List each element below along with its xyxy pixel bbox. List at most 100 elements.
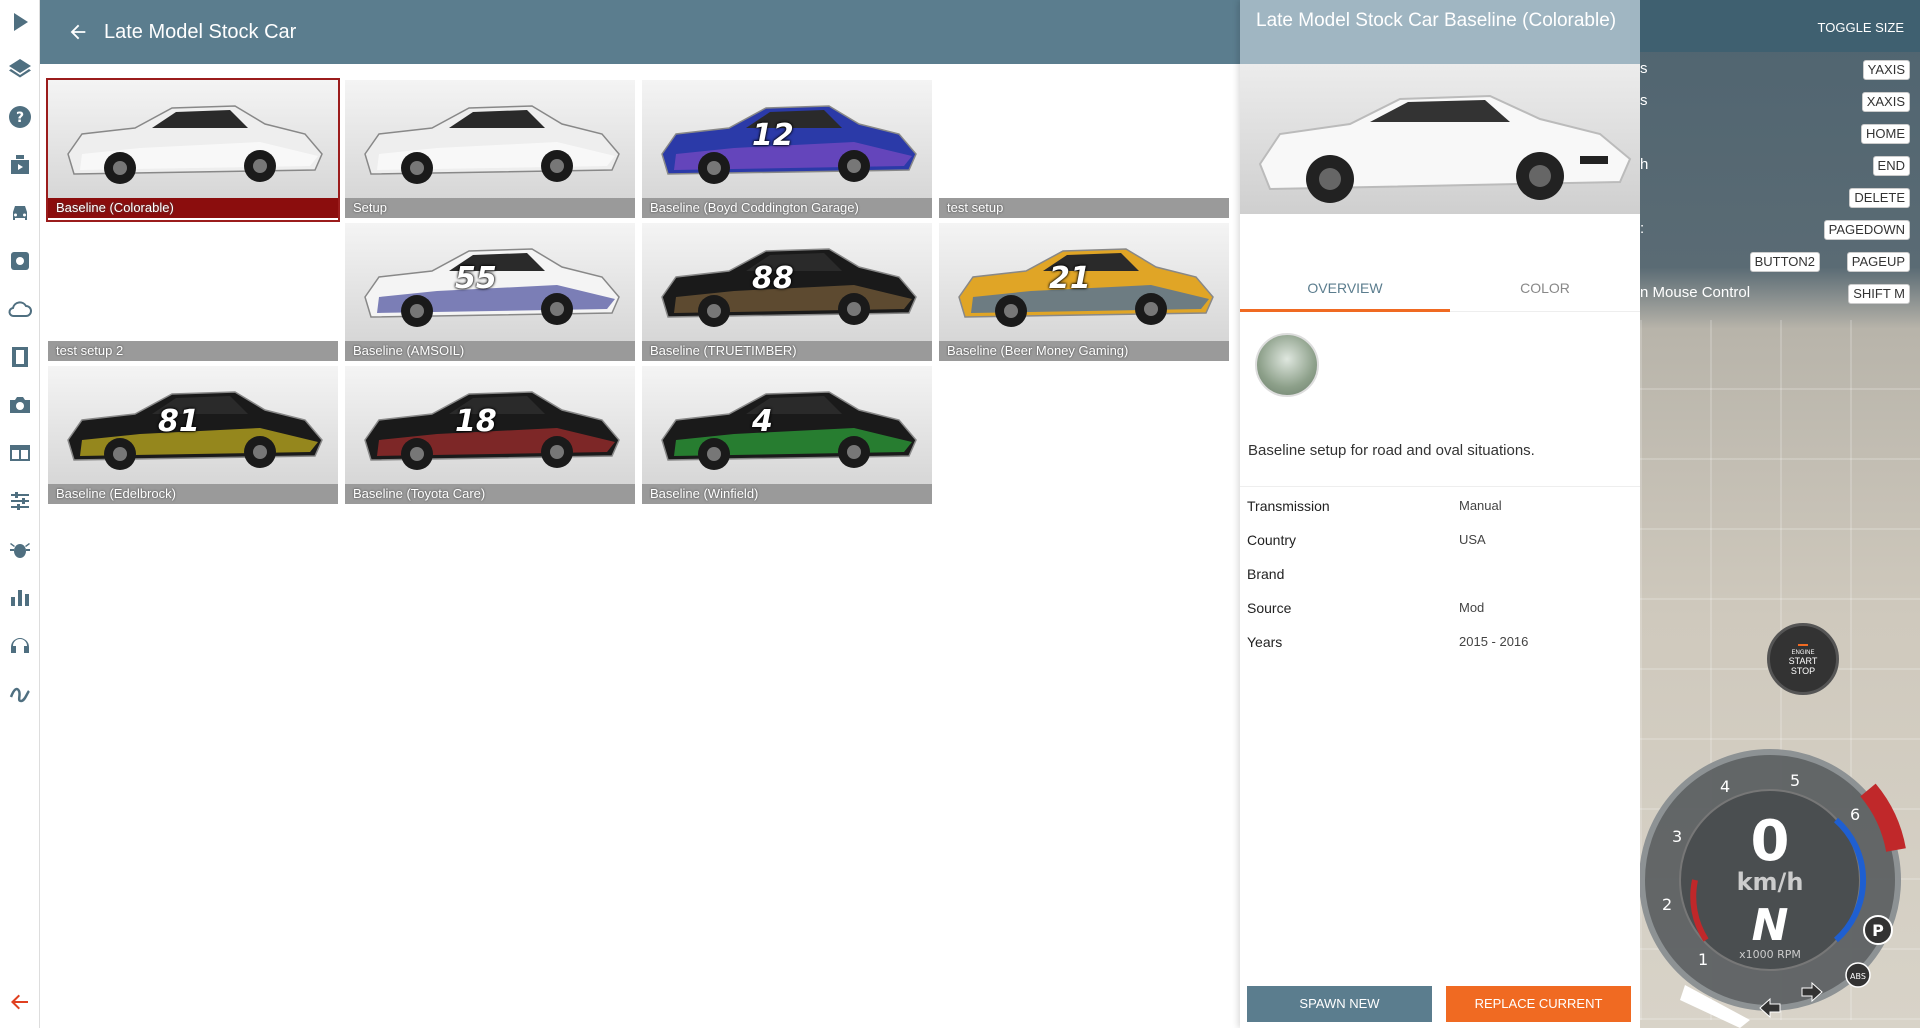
config-label: Baseline (Edelbrock) (48, 484, 338, 504)
config-label: test setup 2 (48, 341, 338, 361)
back-button[interactable] (58, 12, 98, 52)
car-number: 4 (752, 404, 773, 439)
speed-readout: 0 (1751, 809, 1790, 874)
config-tile[interactable]: 88 Baseline (TRUETIMBER) (642, 223, 932, 363)
hint-label: s (1640, 92, 1648, 109)
page-title: Late Model Stock Car (104, 20, 297, 43)
config-label: test setup (939, 198, 1229, 218)
config-tile[interactable]: Baseline (Colorable) (46, 78, 340, 222)
squiggle-icon[interactable] (6, 679, 34, 707)
config-tile[interactable]: test setup (939, 80, 1229, 220)
key-chip: HOME (1861, 124, 1910, 144)
config-tile[interactable]: Setup (345, 80, 635, 220)
description-text: Baseline setup for road and oval situati… (1248, 442, 1535, 459)
config-label: Baseline (TRUETIMBER) (642, 341, 932, 361)
config-thumbnail: 88 (642, 223, 932, 343)
config-tile[interactable]: 4 Baseline (Winfield) (642, 366, 932, 506)
config-tile[interactable]: 55 Baseline (AMSOIL) (345, 223, 635, 363)
config-thumbnail: 55 (345, 223, 635, 343)
property-value: Mod (1459, 600, 1485, 615)
car-icon[interactable] (6, 199, 34, 227)
config-thumbnail (939, 80, 1229, 200)
property-key: Years (1247, 634, 1283, 650)
rpm-tick-6: 6 (1850, 805, 1860, 824)
hint-label: n Mouse Control (1640, 284, 1751, 301)
camera-icon[interactable] (6, 391, 34, 419)
speed-unit: km/h (1737, 868, 1804, 896)
rpm-tick-4: 4 (1720, 777, 1730, 796)
hint-label: : (1640, 220, 1645, 237)
svg-text:P: P (1872, 921, 1884, 940)
car-number: 81 (158, 404, 200, 439)
bar-chart-icon[interactable] (6, 583, 34, 611)
svg-text:?: ? (16, 110, 24, 126)
config-tile[interactable]: 12 Baseline (Boyd Coddington Garage) (642, 80, 932, 220)
key-chip: PAGEDOWN (1823, 220, 1910, 240)
config-tile[interactable]: test setup 2 (48, 223, 338, 363)
sliders-icon[interactable] (6, 487, 34, 515)
car-number: 55 (455, 261, 497, 296)
car-number: 18 (455, 404, 497, 439)
car-number: 88 (752, 261, 794, 296)
headphones-icon[interactable] (6, 631, 34, 659)
arrow-left-icon (70, 24, 86, 40)
config-label: Baseline (AMSOIL) (345, 341, 635, 361)
main-sidebar: ? (0, 0, 40, 1028)
bug-icon[interactable] (6, 535, 34, 563)
config-tile[interactable]: 81 Baseline (Edelbrock) (48, 366, 338, 506)
detail-title: Late Model Stock Car Baseline (Colorable… (1240, 0, 1640, 64)
gear-readout: N (1752, 900, 1789, 951)
speedometer-gauge: 1 2 3 4 5 6 0 km/h N x1000 RPM P ABS (1640, 749, 1906, 1028)
settings-icon[interactable] (6, 247, 34, 275)
engine-start-stop-button[interactable]: ENGINE START STOP (1767, 623, 1839, 695)
preview-thumbnail (1255, 333, 1319, 397)
engine-indicator (1798, 644, 1808, 646)
cloud-icon[interactable] (6, 295, 34, 323)
config-thumbnail (48, 223, 338, 343)
key-chip: DELETE (1849, 188, 1910, 208)
config-label: Baseline (Beer Money Gaming) (939, 341, 1229, 361)
detail-tabs: OVERVIEW COLOR (1240, 270, 1640, 312)
property-value: 2015 - 2016 (1459, 634, 1529, 649)
tab-color[interactable]: COLOR (1450, 270, 1640, 312)
film-icon[interactable] (6, 343, 34, 371)
divider (1240, 486, 1640, 487)
start-label: START (1788, 656, 1818, 666)
spawn-new-button[interactable]: SPAWN NEW (1247, 986, 1432, 1022)
tab-overview[interactable]: OVERVIEW (1240, 270, 1450, 312)
play-icon[interactable] (6, 8, 34, 36)
svg-text:ABS: ABS (1850, 972, 1866, 981)
top-header: Late Model Stock Car (40, 0, 1240, 64)
layers-icon[interactable] (6, 55, 34, 83)
replace-current-button[interactable]: REPLACE CURRENT (1446, 986, 1631, 1022)
property-key: Brand (1247, 566, 1285, 582)
property-key: Source (1247, 600, 1292, 616)
config-thumbnail: 21 (939, 223, 1229, 343)
config-thumbnail (345, 80, 635, 200)
property-value: USA (1459, 532, 1486, 547)
car-number: 21 (1049, 261, 1091, 296)
key-chip: PAGEUP (1846, 252, 1910, 272)
key-chip-button2: BUTTON2 (1749, 252, 1820, 272)
property-value: Manual (1459, 498, 1502, 513)
arrow-left-icon[interactable] (6, 988, 34, 1016)
rpm-tick-3: 3 (1672, 827, 1682, 846)
detail-panel: Late Model Stock Car Baseline (Colorable… (1240, 0, 1640, 1028)
help-icon[interactable]: ? (6, 103, 34, 131)
config-label: Baseline (Boyd Coddington Garage) (642, 198, 932, 218)
config-label: Setup (345, 198, 635, 218)
config-label: Baseline (Toyota Care) (345, 484, 635, 504)
config-tile[interactable]: 21 Baseline (Beer Money Gaming) (939, 223, 1229, 363)
window-icon[interactable] (6, 439, 34, 467)
detail-preview-image (1240, 64, 1640, 214)
config-tile[interactable]: 18 Baseline (Toyota Care) (345, 366, 635, 506)
game-viewport: TOGGLE SIZE s YAXIS s XAXIS HOME h END DELETE: P… (1640, 0, 1920, 1028)
clapperboard-icon[interactable] (6, 151, 34, 179)
key-chip: XAXIS (1861, 92, 1910, 112)
rpm-tick-5: 5 (1790, 771, 1800, 790)
property-key: Country (1247, 532, 1297, 548)
config-thumbnail: 4 (642, 366, 932, 486)
key-chip: SHIFT M (1848, 284, 1910, 304)
toggle-size-button[interactable]: TOGGLE SIZE (1818, 20, 1904, 35)
config-label: Baseline (Colorable) (48, 198, 338, 218)
